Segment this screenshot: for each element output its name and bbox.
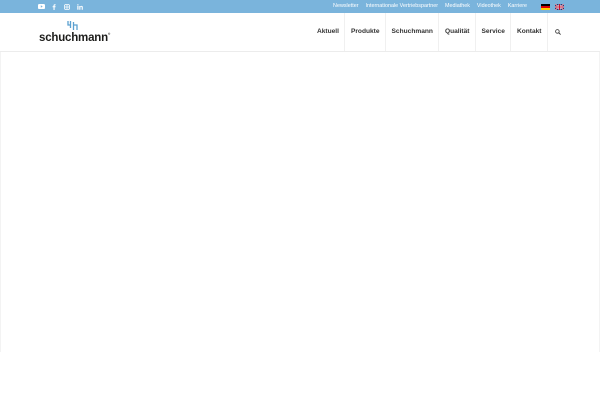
search-icon[interactable]	[553, 13, 563, 51]
main-nav: Aktuell Produkte Schuchmann Qualität Ser…	[311, 13, 563, 51]
top-link-vertriebspartner[interactable]: Internationale Vertriebspartner	[366, 0, 439, 13]
facebook-icon[interactable]	[50, 0, 58, 13]
nav-qualitaet[interactable]: Qualität	[439, 13, 475, 51]
youtube-icon[interactable]	[37, 0, 45, 13]
top-link-karriere[interactable]: Karriere	[508, 0, 527, 13]
top-link-videothek[interactable]: Videothek	[477, 0, 501, 13]
top-links: Newsletter Internationale Vertriebspartn…	[326, 0, 564, 13]
logo-text: schuchmann®	[39, 32, 110, 44]
nav-aktuell[interactable]: Aktuell	[311, 13, 344, 51]
language-switcher	[536, 3, 564, 10]
logo-mark-icon	[67, 21, 78, 30]
top-link-newsletter[interactable]: Newsletter	[333, 0, 358, 13]
nav-produkte[interactable]: Produkte	[345, 13, 385, 51]
social-links	[37, 0, 89, 13]
instagram-icon[interactable]	[63, 0, 71, 13]
nav-kontakt[interactable]: Kontakt	[511, 13, 547, 51]
main-content	[0, 52, 600, 352]
top-link-mediathek[interactable]: Mediathek	[445, 0, 470, 13]
de-flag-icon[interactable]	[541, 3, 550, 10]
linkedin-icon[interactable]	[76, 0, 84, 13]
nav-service[interactable]: Service	[476, 13, 510, 51]
main-header: schuchmann® Aktuell Produkte Schuchmann …	[0, 13, 600, 52]
top-bar: Newsletter Internationale Vertriebspartn…	[0, 0, 600, 13]
nav-schuchmann[interactable]: Schuchmann	[386, 13, 438, 51]
en-flag-icon[interactable]	[555, 3, 564, 10]
nav-divider	[547, 13, 548, 51]
